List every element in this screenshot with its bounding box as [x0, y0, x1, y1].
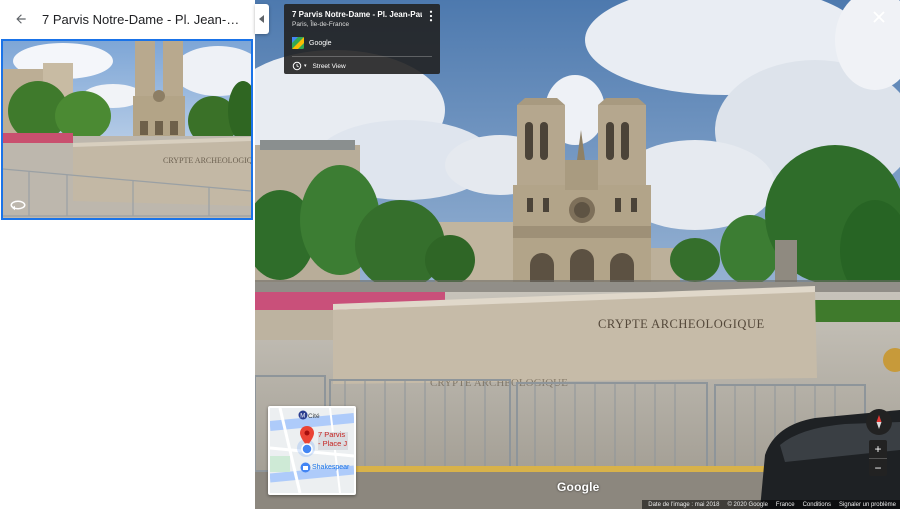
thumbnail-image: CRYPTE ARCHEOLOGIQUE	[3, 41, 251, 218]
more-vert-icon[interactable]	[428, 10, 434, 22]
rotate-360-icon[interactable]	[9, 198, 27, 212]
info-card-title: 7 Parvis Notre-Dame - Pl. Jean-Paul II	[292, 10, 422, 19]
clock-icon	[292, 61, 302, 71]
svg-text:M: M	[300, 414, 305, 420]
street-view-app: 7 Parvis Notre-Dame - Pl. Jean-P... CRYP…	[0, 0, 900, 509]
zoom-out-button[interactable]: −	[869, 459, 887, 477]
report-problem-link[interactable]: Signaler un problème	[839, 502, 896, 508]
minimap-label-place-1: 7 Parvis	[318, 430, 346, 439]
pegman-direction-icon	[301, 443, 313, 455]
zoom-in-button[interactable]: +	[869, 440, 887, 458]
provider-row: Google	[292, 37, 332, 49]
sign-text: CRYPTE ARCHEOLOGIQUE	[598, 317, 765, 331]
side-panel: 7 Parvis Notre-Dame - Pl. Jean-P... CRYP…	[0, 0, 255, 509]
photo-thumbnail[interactable]: CRYPTE ARCHEOLOGIQUE	[1, 39, 253, 220]
close-icon[interactable]	[872, 10, 886, 24]
info-card-divider	[292, 56, 432, 57]
region-link[interactable]: France	[776, 502, 795, 508]
chevron-left-icon	[259, 15, 264, 23]
street-view-date-selector[interactable]: ▾ Street View	[292, 61, 346, 71]
arrow-left-icon	[16, 14, 26, 24]
zoom-controls: + −	[869, 440, 887, 476]
place-title: 7 Parvis Notre-Dame - Pl. Jean-P...	[42, 11, 242, 27]
minimap-label-shop: Shakespear	[312, 464, 350, 471]
compass-icon	[876, 415, 882, 429]
minimap-label-cite: Cité	[308, 413, 320, 420]
side-panel-header: 7 Parvis Notre-Dame - Pl. Jean-P...	[0, 0, 255, 38]
street-view-label: Street View	[312, 62, 346, 70]
minimap-label-place-2: - Place J	[318, 439, 348, 448]
info-card-subtitle: Paris, Île-de-France	[292, 21, 350, 28]
crypte-sign-wall: CRYPTE ARCHEOLOGIQUE CRYPTE ARCHEOLOGIQU…	[333, 286, 817, 389]
thumbnail-sign-text: CRYPTE ARCHEOLOGIQUE	[163, 156, 251, 165]
terms-link[interactable]: Conditions	[803, 502, 831, 508]
image-date: Date de l'image : mai 2018	[648, 501, 720, 508]
copyright: © 2020 Google	[727, 501, 768, 508]
compass-button[interactable]	[866, 409, 892, 435]
back-button[interactable]	[12, 10, 30, 28]
caret-down-icon: ▾	[304, 63, 307, 69]
google-logo: Google	[557, 480, 600, 494]
minimap[interactable]: M Cité 7 Parvis - Place J Shakespear	[268, 406, 356, 495]
location-info-card: 7 Parvis Notre-Dame - Pl. Jean-Paul II P…	[284, 4, 440, 74]
provider-name: Google	[309, 39, 332, 47]
google-maps-icon	[292, 37, 304, 49]
shop-icon	[300, 462, 311, 473]
attribution-bar: Date de l'image : mai 2018 © 2020 Google…	[642, 500, 900, 509]
collapse-panel-button[interactable]	[255, 4, 269, 34]
metro-icon: M	[298, 410, 308, 420]
